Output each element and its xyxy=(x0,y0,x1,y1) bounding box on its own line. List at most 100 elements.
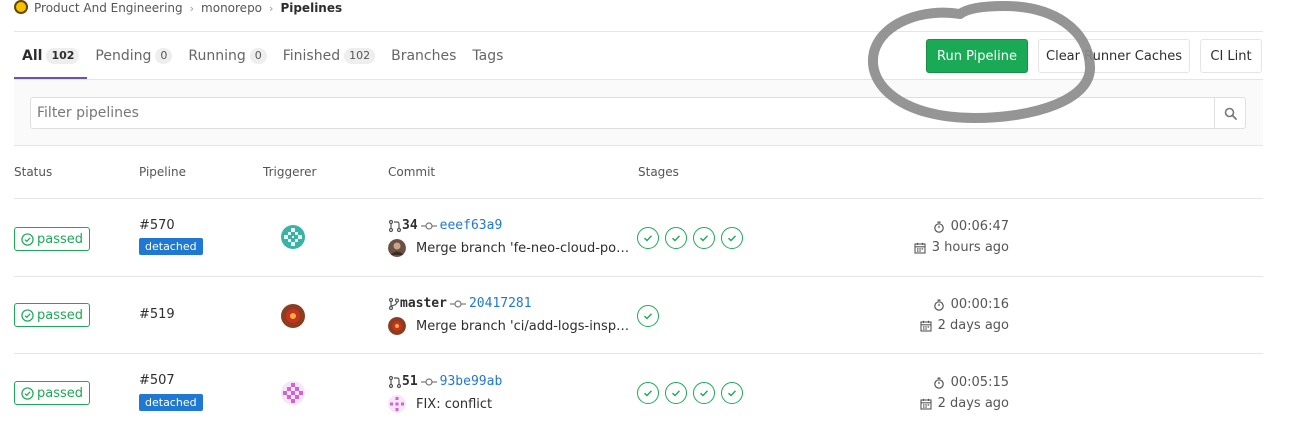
tab-count-badge: 0 xyxy=(249,47,267,64)
search-button[interactable] xyxy=(1214,97,1246,129)
duration: 00:06:47 xyxy=(933,219,1009,234)
merge-request-icon xyxy=(388,375,402,388)
tab-pending[interactable]: Pending 0 xyxy=(87,32,180,79)
finished-time: 2 days ago xyxy=(920,396,1009,411)
stage-status[interactable] xyxy=(665,382,687,404)
tab-count-badge: 0 xyxy=(155,47,173,64)
check-circle-icon xyxy=(728,235,737,242)
branch-icon xyxy=(388,297,400,310)
detached-badge: detached xyxy=(139,238,203,255)
table-row: passed #570 detached 34 eeef63a9 Merge b… xyxy=(14,198,1263,275)
commit-message-line: FIX: conflict xyxy=(388,395,630,413)
commit-sha-link[interactable]: 93be99ab xyxy=(440,374,503,389)
stage-status[interactable] xyxy=(693,227,715,249)
column-header-pipeline: Pipeline xyxy=(139,165,186,179)
stage-status[interactable] xyxy=(693,382,715,404)
duration: 00:05:15 xyxy=(933,375,1009,390)
detached-badge: detached xyxy=(139,394,203,411)
filter-pipelines-input[interactable] xyxy=(30,97,1215,129)
run-pipeline-button[interactable]: Run Pipeline xyxy=(926,39,1028,73)
stage-status[interactable] xyxy=(721,227,743,249)
breadcrumb-current[interactable]: Pipelines xyxy=(280,1,342,15)
tab-branches[interactable]: Branches xyxy=(383,32,464,79)
commit-message-link[interactable]: Merge branch 'ci/add-logs-insp… xyxy=(416,319,630,334)
column-header-triggerer: Triggerer xyxy=(263,165,317,179)
tab-label: Finished xyxy=(282,47,341,64)
tab-label: Tags xyxy=(472,47,504,64)
branch-ref-link[interactable]: master xyxy=(400,296,447,311)
breadcrumb-group[interactable]: Product And Engineering xyxy=(34,1,183,15)
stage-status[interactable] xyxy=(637,382,659,404)
duration-value: 00:05:15 xyxy=(950,375,1009,390)
commit-author-avatar[interactable] xyxy=(388,317,406,335)
commit-ref-line: master 20417281 xyxy=(388,296,532,311)
commit-message-link[interactable]: FIX: conflict xyxy=(416,397,630,412)
breadcrumb: Product And Engineering › monorepo › Pip… xyxy=(14,0,342,16)
group-logo-icon[interactable] xyxy=(14,0,28,14)
commit-ref-line: 34 eeef63a9 xyxy=(388,218,502,233)
ci-lint-button[interactable]: CI Lint xyxy=(1200,39,1262,73)
finished-time: 3 hours ago xyxy=(914,240,1009,255)
commit-author-avatar[interactable] xyxy=(388,395,406,413)
stage-status[interactable] xyxy=(665,227,687,249)
triggerer-avatar[interactable] xyxy=(280,380,306,406)
merge-request-ref-link[interactable]: 34 xyxy=(402,218,418,233)
search-icon xyxy=(1224,107,1237,120)
merge-request-icon xyxy=(388,219,402,232)
check-circle-icon xyxy=(728,390,737,397)
timer-icon xyxy=(933,299,944,311)
status-success-icon xyxy=(21,308,34,322)
clear-runner-caches-button[interactable]: Clear Runner Caches xyxy=(1038,39,1190,73)
pipeline-tabs: All 102 Pending 0 Running 0 Finished 102… xyxy=(14,32,511,79)
status-label: passed xyxy=(37,231,84,247)
tab-label: All xyxy=(22,47,43,64)
status-badge[interactable]: passed xyxy=(14,303,90,327)
stages-group xyxy=(637,382,749,404)
triggerer-avatar[interactable] xyxy=(280,224,306,250)
commit-icon xyxy=(420,221,437,230)
tab-running[interactable]: Running 0 xyxy=(180,32,274,79)
stage-status[interactable] xyxy=(637,305,659,327)
commit-message-link[interactable]: Merge branch 'fe-neo-cloud-po… xyxy=(416,241,630,256)
tab-label: Branches xyxy=(391,47,457,64)
check-circle-icon xyxy=(700,235,709,242)
check-circle-icon xyxy=(644,313,653,320)
calendar-icon xyxy=(920,320,932,332)
commit-sha-link[interactable]: 20417281 xyxy=(469,296,532,311)
check-circle-icon xyxy=(644,235,653,242)
table-row: passed #507 detached 51 93be99ab FIX: co… xyxy=(14,353,1263,427)
stage-status[interactable] xyxy=(721,382,743,404)
status-badge[interactable]: passed xyxy=(14,381,90,405)
finished-value: 3 hours ago xyxy=(931,240,1009,255)
commit-message-line: Merge branch 'fe-neo-cloud-po… xyxy=(388,239,630,257)
check-circle-icon xyxy=(644,390,653,397)
commit-ref-line: 51 93be99ab xyxy=(388,374,502,389)
status-badge[interactable]: passed xyxy=(14,227,90,251)
commit-message-line: Merge branch 'ci/add-logs-insp… xyxy=(388,317,630,335)
column-header-stages: Stages xyxy=(638,165,679,179)
tab-count-badge: 102 xyxy=(344,47,376,64)
table-row: passed #519 master 20417281 Merge branch… xyxy=(14,276,1263,353)
commit-icon xyxy=(420,377,437,386)
commit-author-avatar[interactable] xyxy=(388,239,406,257)
check-circle-icon xyxy=(672,235,681,242)
check-circle-icon xyxy=(700,390,709,397)
merge-request-ref-link[interactable]: 51 xyxy=(402,374,418,389)
triggerer-avatar[interactable] xyxy=(280,303,306,329)
pipeline-id-link[interactable]: #570 xyxy=(139,218,175,233)
calendar-icon xyxy=(920,398,932,410)
pipeline-id-link[interactable]: #507 xyxy=(139,373,175,388)
status-success-icon xyxy=(21,386,34,400)
finished-value: 2 days ago xyxy=(937,318,1009,333)
stage-status[interactable] xyxy=(637,227,659,249)
status-label: passed xyxy=(37,385,84,401)
breadcrumb-project[interactable]: monorepo xyxy=(201,1,262,15)
status-success-icon xyxy=(21,232,34,246)
breadcrumb-separator-icon: › xyxy=(269,1,274,15)
tab-finished[interactable]: Finished 102 xyxy=(275,32,383,79)
duration-value: 00:00:16 xyxy=(950,297,1009,312)
commit-sha-link[interactable]: eeef63a9 xyxy=(440,218,503,233)
tab-all[interactable]: All 102 xyxy=(14,32,88,79)
tab-tags[interactable]: Tags xyxy=(464,32,511,79)
pipeline-id-link[interactable]: #519 xyxy=(139,307,175,322)
